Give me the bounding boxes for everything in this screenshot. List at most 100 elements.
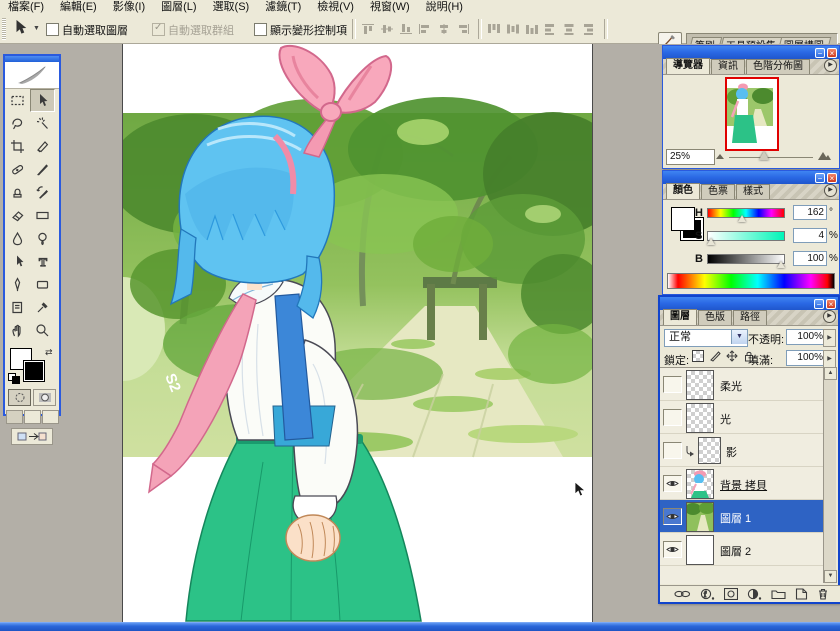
healing-brush-tool[interactable] (5, 158, 30, 181)
blur-tool[interactable] (5, 227, 30, 250)
visibility-toggle[interactable] (663, 541, 682, 558)
quickmask-mode-button[interactable] (33, 389, 56, 406)
menu-image[interactable]: 影像(I) (105, 0, 153, 15)
checkbox-box[interactable] (254, 23, 267, 36)
panel-menu-icon[interactable]: ▶ (824, 184, 837, 197)
brightness-slider[interactable] (707, 254, 785, 264)
background-color-swatch[interactable] (23, 360, 45, 382)
close-icon[interactable]: × (826, 298, 836, 309)
layer-row-background-copy[interactable]: 背景 拷貝 (660, 467, 824, 500)
menu-help[interactable]: 說明(H) (418, 0, 471, 15)
align-vertical-centers-icon[interactable] (380, 23, 394, 35)
menu-filter[interactable]: 濾鏡(T) (257, 0, 309, 15)
panel-menu-icon[interactable]: ▶ (824, 59, 837, 72)
layer-thumbnail[interactable] (685, 502, 715, 532)
navigator-zoom-slider-thumb[interactable] (759, 151, 769, 160)
color-spectrum-ramp[interactable] (667, 273, 835, 289)
standard-screen-mode-button[interactable] (5, 410, 23, 424)
distribute-right-edges-icon[interactable] (582, 23, 596, 36)
pen-tool[interactable] (5, 273, 30, 296)
zoom-in-icon[interactable] (817, 150, 831, 161)
hand-tool[interactable] (5, 319, 30, 342)
lock-position-icon[interactable] (726, 350, 738, 362)
navigator-proxy-preview[interactable] (725, 77, 779, 151)
saturation-value-field[interactable]: 4 (793, 228, 827, 243)
minimize-icon[interactable]: − (815, 172, 825, 183)
distribute-top-edges-icon[interactable] (487, 23, 501, 35)
align-left-edges-icon[interactable] (418, 23, 432, 35)
new-layer-icon[interactable] (795, 588, 808, 600)
visibility-toggle[interactable] (663, 409, 682, 426)
visibility-toggle[interactable] (663, 508, 682, 525)
layer-mask-icon[interactable] (724, 588, 738, 600)
hue-slider-thumb[interactable] (738, 215, 746, 222)
eyedropper-tool[interactable] (30, 296, 55, 319)
rectangular-marquee-tool[interactable] (5, 89, 30, 112)
layer-row-light[interactable]: 光 (660, 401, 824, 434)
opacity-value-field[interactable]: 100% (786, 329, 826, 345)
layer-name[interactable]: 背景 拷貝 (720, 477, 767, 493)
navigator-zoom-field[interactable]: 25% (666, 149, 715, 165)
tool-preset-dropdown-arrow[interactable]: ▼ (33, 25, 40, 32)
path-selection-tool[interactable] (5, 250, 30, 273)
tab-layers[interactable]: 圖層 (663, 309, 697, 325)
lasso-tool[interactable] (5, 112, 30, 135)
standard-mode-button[interactable] (8, 389, 31, 406)
layer-name[interactable]: 影 (726, 444, 737, 460)
tab-info[interactable]: 資訊 (711, 59, 745, 74)
distribute-left-edges-icon[interactable] (544, 23, 558, 36)
distribute-bottom-edges-icon[interactable] (525, 23, 539, 35)
jump-to-imageready-button[interactable] (11, 428, 53, 445)
type-tool[interactable]: T (30, 250, 55, 273)
layer-style-icon[interactable]: f (700, 588, 715, 600)
layer-thumbnail[interactable] (686, 370, 714, 400)
menu-view[interactable]: 檢視(V) (309, 0, 362, 15)
distribute-horizontal-centers-icon[interactable] (563, 23, 577, 36)
scroll-down-icon[interactable]: ▼ (824, 570, 837, 583)
clone-stamp-tool[interactable] (5, 181, 30, 204)
minimize-icon[interactable]: − (814, 298, 824, 309)
history-brush-tool[interactable] (30, 181, 55, 204)
brush-tool[interactable] (30, 158, 55, 181)
menu-file[interactable]: 檔案(F) (0, 0, 52, 15)
link-layers-icon[interactable] (674, 589, 691, 599)
magic-wand-tool[interactable] (30, 112, 55, 135)
shape-tool[interactable] (30, 273, 55, 296)
tab-swatches[interactable]: 色票 (701, 184, 735, 199)
auto-select-layer-checkbox[interactable]: 自動選取圖層 (46, 22, 128, 38)
menu-select[interactable]: 選取(S) (205, 0, 258, 15)
layer-row-shadow[interactable]: 影 (660, 434, 824, 467)
saturation-slider[interactable] (707, 231, 785, 241)
menu-edit[interactable]: 編輯(E) (52, 0, 105, 15)
fullscreen-menubar-mode-button[interactable] (23, 410, 41, 424)
lock-transparency-icon[interactable] (692, 350, 704, 362)
hue-slider[interactable] (707, 208, 785, 218)
adjustment-layer-icon[interactable] (747, 588, 762, 600)
opacity-slider-arrow-icon[interactable]: ▶ (823, 329, 836, 347)
swap-colors-icon[interactable]: ⇄ (45, 347, 53, 358)
move-tool[interactable] (30, 89, 55, 112)
visibility-toggle[interactable] (663, 376, 682, 393)
document-canvas[interactable]: S2 (81, 44, 623, 622)
layer-thumbnail[interactable] (686, 535, 714, 565)
tab-styles[interactable]: 樣式 (736, 184, 770, 199)
tab-histogram[interactable]: 色階分佈圖 (746, 59, 810, 74)
menu-window[interactable]: 視窗(W) (362, 0, 418, 15)
default-colors-icon[interactable] (8, 373, 20, 384)
fill-slider-arrow-icon[interactable]: ▶ (823, 350, 836, 368)
layers-scrollbar[interactable]: ▲ ▼ (823, 367, 837, 583)
dodge-tool[interactable] (30, 227, 55, 250)
options-bar-grip[interactable] (2, 18, 6, 40)
layer-thumbnail[interactable] (686, 469, 714, 499)
minimize-icon[interactable]: − (815, 47, 825, 58)
align-right-edges-icon[interactable] (456, 23, 470, 35)
close-icon[interactable]: × (827, 47, 837, 58)
zoom-out-icon[interactable] (715, 152, 725, 160)
tab-navigator[interactable]: 導覽器 (666, 58, 710, 74)
brightness-value-field[interactable]: 100 (793, 251, 827, 266)
panel-menu-icon[interactable]: ▶ (823, 310, 836, 323)
new-group-icon[interactable] (771, 588, 786, 600)
align-top-edges-icon[interactable] (361, 23, 375, 35)
layer-row-layer1-selected[interactable]: 圖層 1 (660, 500, 824, 533)
slice-tool[interactable] (30, 135, 55, 158)
